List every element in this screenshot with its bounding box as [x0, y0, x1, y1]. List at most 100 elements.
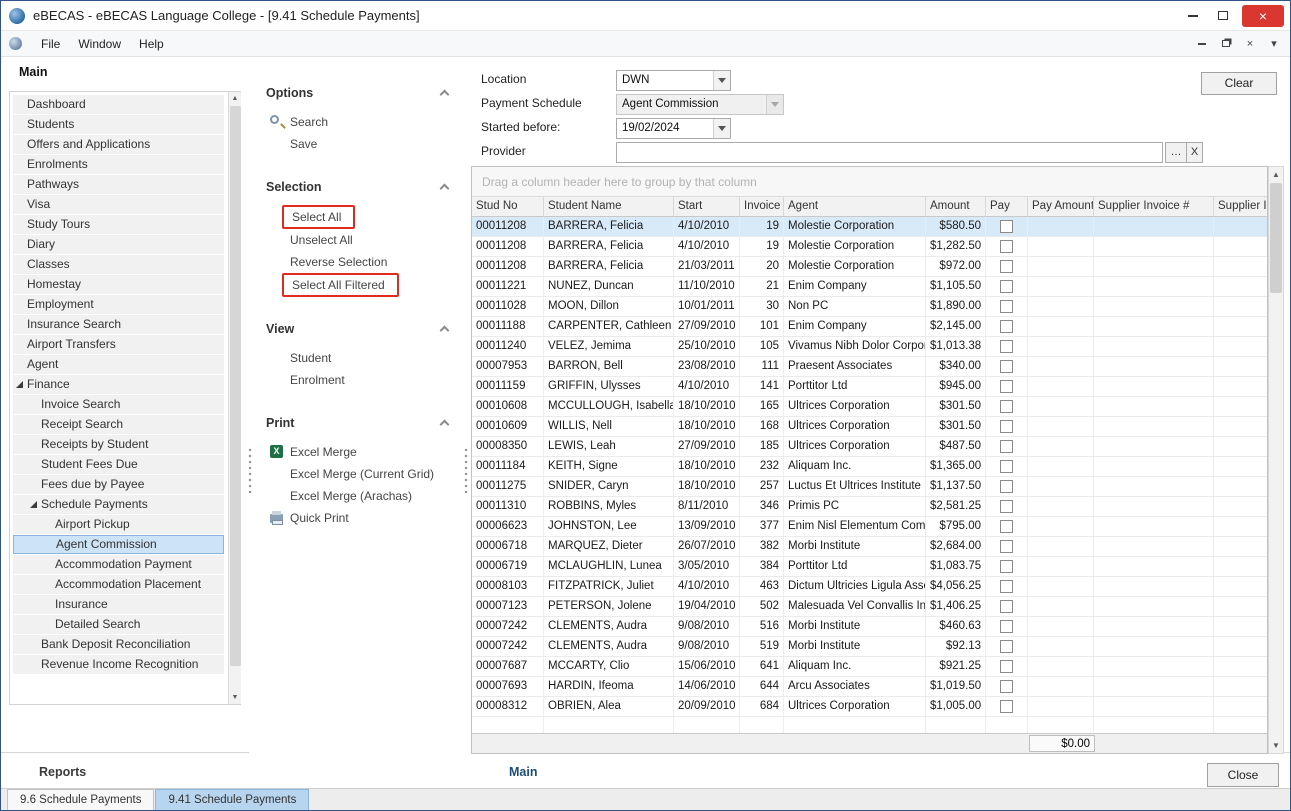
pay-checkbox[interactable] — [1000, 380, 1013, 393]
sidebar-item-agent-commission[interactable]: Agent Commission — [13, 535, 224, 554]
pay-checkbox[interactable] — [1000, 640, 1013, 653]
scroll-up-icon[interactable]: ▲ — [1269, 167, 1283, 182]
sidebar-item-study-tours[interactable]: Study Tours — [13, 215, 224, 234]
table-row[interactable]: 00011028MOON, Dillon10/01/201130Non PC$1… — [472, 297, 1267, 317]
grid-scrollbar[interactable]: ▲ ▼ — [1268, 166, 1284, 754]
menu-item-file[interactable]: File — [32, 33, 69, 55]
table-row[interactable]: 00007687MCCARTY, Clio15/06/2010641Aliqua… — [472, 657, 1267, 677]
sidebar-item-finance[interactable]: Finance — [13, 375, 224, 394]
action-select-all-filtered[interactable]: Select All Filtered — [266, 273, 462, 297]
scroll-up-icon[interactable]: ▲ — [229, 92, 241, 105]
table-row[interactable]: 00011310ROBBINS, Myles8/11/2010346Primis… — [472, 497, 1267, 517]
provider-input[interactable] — [616, 142, 1163, 163]
group-header-options[interactable]: Options — [266, 83, 462, 103]
sidebar-item-insurance[interactable]: Insurance — [13, 595, 224, 614]
sidebar-item-schedule-payments[interactable]: Schedule Payments — [13, 495, 224, 514]
sidebar-item-invoice-search[interactable]: Invoice Search — [13, 395, 224, 414]
location-dropdown-button[interactable] — [713, 71, 730, 90]
sidebar-item-student-fees-due[interactable]: Student Fees Due — [13, 455, 224, 474]
table-row[interactable]: 00007123PETERSON, Jolene19/04/2010502Mal… — [472, 597, 1267, 617]
table-row[interactable]: 00011188CARPENTER, Cathleen27/09/2010101… — [472, 317, 1267, 337]
group-header-view[interactable]: View — [266, 319, 462, 339]
scroll-down-icon[interactable]: ▼ — [1269, 738, 1283, 753]
sidebar-item-revenue-income-recognition[interactable]: Revenue Income Recognition — [13, 655, 224, 674]
sidebar-item-receipts-by-student[interactable]: Receipts by Student — [13, 435, 224, 454]
mdi-minimize-button[interactable] — [1192, 35, 1212, 53]
column-header-stud-no[interactable]: Stud No — [472, 197, 544, 216]
tab-9-6-schedule-payments[interactable]: 9.6 Schedule Payments — [7, 789, 154, 810]
table-row[interactable]: 00011208BARRERA, Felicia4/10/201019Moles… — [472, 237, 1267, 257]
pay-checkbox[interactable] — [1000, 420, 1013, 433]
sidebar-item-airport-pickup[interactable]: Airport Pickup — [13, 515, 224, 534]
pay-checkbox[interactable] — [1000, 620, 1013, 633]
minimize-button[interactable] — [1178, 1, 1208, 30]
menu-item-window[interactable]: Window — [69, 33, 130, 55]
sidebar-item-agent[interactable]: Agent — [13, 355, 224, 374]
action-excel-merge-arachas[interactable]: Excel Merge (Arachas) — [266, 485, 462, 507]
sidebar-item-fees-due-by-payee[interactable]: Fees due by Payee — [13, 475, 224, 494]
sidebar-item-pathways[interactable]: Pathways — [13, 175, 224, 194]
pay-checkbox[interactable] — [1000, 480, 1013, 493]
location-select[interactable]: DWN — [616, 70, 731, 91]
action-excel-merge[interactable]: XExcel Merge — [266, 441, 462, 463]
pay-checkbox[interactable] — [1000, 520, 1013, 533]
sidebar-item-airport-transfers[interactable]: Airport Transfers — [13, 335, 224, 354]
sidebar-item-enrolments[interactable]: Enrolments — [13, 155, 224, 174]
pay-checkbox[interactable] — [1000, 340, 1013, 353]
provider-clear-button[interactable]: X — [1186, 142, 1203, 163]
close-window-button[interactable]: × — [1242, 5, 1284, 27]
mdi-close-button[interactable]: × — [1240, 35, 1260, 53]
sidebar-item-students[interactable]: Students — [13, 115, 224, 134]
table-row[interactable]: 00008350LEWIS, Leah27/09/2010185Ultrices… — [472, 437, 1267, 457]
pay-checkbox[interactable] — [1000, 560, 1013, 573]
action-excel-merge-current-grid[interactable]: Excel Merge (Current Grid) — [266, 463, 462, 485]
table-row[interactable]: 00007953BARRON, Bell23/08/2010111Praesen… — [472, 357, 1267, 377]
sidebar-item-detailed-search[interactable]: Detailed Search — [13, 615, 224, 634]
column-header-agent[interactable]: Agent — [784, 197, 926, 216]
splitter-handle-left[interactable] — [248, 447, 252, 493]
action-reverse-selection[interactable]: Reverse Selection — [266, 251, 462, 273]
pay-checkbox[interactable] — [1000, 220, 1013, 233]
menu-item-help[interactable]: Help — [130, 33, 173, 55]
action-enrolment[interactable]: Enrolment — [266, 369, 462, 391]
sidebar-item-offers-and-applications[interactable]: Offers and Applications — [13, 135, 224, 154]
group-header-selection[interactable]: Selection — [266, 177, 462, 197]
mdi-restore-button[interactable] — [1216, 35, 1236, 53]
pay-checkbox[interactable] — [1000, 540, 1013, 553]
pay-checkbox[interactable] — [1000, 660, 1013, 673]
column-header-amount[interactable]: Amount — [926, 197, 986, 216]
action-select-all[interactable]: Select All — [266, 205, 462, 229]
sidebar-item-homestay[interactable]: Homestay — [13, 275, 224, 294]
sidebar-item-insurance-search[interactable]: Insurance Search — [13, 315, 224, 334]
pay-checkbox[interactable] — [1000, 460, 1013, 473]
scrollbar-thumb[interactable] — [1270, 183, 1282, 293]
pay-checkbox[interactable] — [1000, 400, 1013, 413]
close-button[interactable]: Close — [1207, 763, 1279, 787]
table-row[interactable]: 00006718MARQUEZ, Dieter26/07/2010382Morb… — [472, 537, 1267, 557]
sidebar-item-dashboard[interactable]: Dashboard — [13, 95, 224, 114]
table-row[interactable]: 00011184KEITH, Signe18/10/2010232Aliquam… — [472, 457, 1267, 477]
table-row[interactable]: 00011240VELEZ, Jemima25/10/2010105Vivamu… — [472, 337, 1267, 357]
action-unselect-all[interactable]: Unselect All — [266, 229, 462, 251]
mdi-menu-button[interactable]: ▾ — [1264, 35, 1284, 53]
sidebar-item-diary[interactable]: Diary — [13, 235, 224, 254]
table-row[interactable]: 00011221NUNEZ, Duncan11/10/201021Enim Co… — [472, 277, 1267, 297]
column-header-supplier-inv[interactable]: Supplier Inv — [1214, 197, 1267, 216]
pay-checkbox[interactable] — [1000, 500, 1013, 513]
action-quick-print[interactable]: Quick Print — [266, 507, 462, 529]
pay-checkbox[interactable] — [1000, 360, 1013, 373]
scrollbar-thumb[interactable] — [230, 106, 241, 666]
sidebar-item-visa[interactable]: Visa — [13, 195, 224, 214]
action-student[interactable]: Student — [266, 347, 462, 369]
started-before-select[interactable]: 19/02/2024 — [616, 118, 731, 139]
table-row[interactable]: 00007242CLEMENTS, Audra9/08/2010519Morbi… — [472, 637, 1267, 657]
table-row[interactable]: 00011208BARRERA, Felicia21/03/201120Mole… — [472, 257, 1267, 277]
table-row[interactable]: 00007242CLEMENTS, Audra9/08/2010516Morbi… — [472, 617, 1267, 637]
pay-checkbox[interactable] — [1000, 700, 1013, 713]
sidebar-item-classes[interactable]: Classes — [13, 255, 224, 274]
clear-button[interactable]: Clear — [1201, 72, 1277, 95]
started-before-dropdown-button[interactable] — [713, 119, 730, 138]
tab-9-41-schedule-payments[interactable]: 9.41 Schedule Payments — [155, 789, 309, 810]
provider-browse-button[interactable]: … — [1165, 142, 1187, 163]
action-save[interactable]: Save — [266, 133, 462, 155]
